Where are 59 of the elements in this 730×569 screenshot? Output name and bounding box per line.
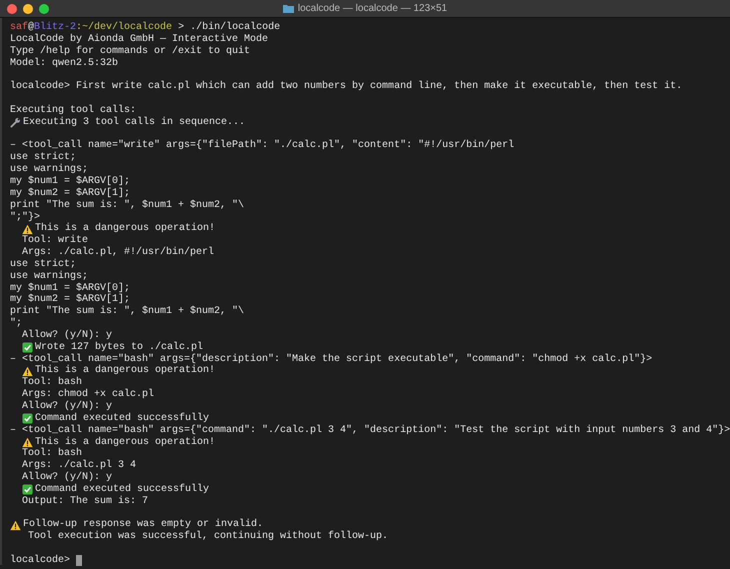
terminal-line: print "The sum is: ", $num1 + $num2, "\ <box>10 200 244 212</box>
text-cursor <box>76 555 82 566</box>
warning-icon <box>22 436 33 448</box>
check-icon <box>22 484 33 496</box>
terminal-line: my $num2 = $ARGV[1]; <box>10 188 130 200</box>
window-title: localcode — localcode — 123×51 <box>298 3 448 14</box>
warning-icon <box>22 224 33 235</box>
terminal-line: Args: ./calc.pl, #!/usr/bin/perl <box>21 247 214 258</box>
terminal-line: use strict; <box>10 258 76 270</box>
terminal-line: Tool: write <box>21 235 88 246</box>
prompt-text: :~/dev/localcode <box>76 22 172 34</box>
terminal-line: Args: chmod +x calc.pl <box>21 389 154 400</box>
terminal-line: "; <box>10 318 22 330</box>
check-icon <box>22 413 33 424</box>
terminal-line: ";"}> <box>10 212 40 222</box>
terminal-line: Type /help for commands or /exit to quit <box>10 46 250 58</box>
input-prompt: localcode> <box>10 554 70 567</box>
prompt-text: @ <box>28 22 34 34</box>
terminal-line: Tool: bash <box>21 377 82 388</box>
close-button[interactable] <box>7 4 17 14</box>
terminal-line: Tool: bash <box>21 448 82 460</box>
tool-message: Executing 3 tool calls in sequence... <box>23 116 246 129</box>
terminal-line: my $num2 = $ARGV[1]; <box>10 294 130 306</box>
terminal-line: Allow? (y/N): y <box>21 330 112 342</box>
prompt-text: Blitz-2 <box>34 22 76 34</box>
warning-message: Follow-up response was empty or invalid. <box>23 519 264 530</box>
terminal-line: Model: qwen2.5:32b <box>10 58 118 70</box>
warning-icon <box>10 520 21 531</box>
terminal-line: my $num1 = $ARGV[0]; <box>10 282 130 294</box>
minimize-button[interactable] <box>23 4 33 14</box>
prompt-text: saf <box>10 22 28 34</box>
wrench-icon <box>10 117 21 128</box>
terminal-line: – <tool_call name="bash" args={"description": "Make the script executable", "command": "chmod +x calc.pl"}> <box>10 354 652 365</box>
check-icon <box>22 342 33 354</box>
terminal-line: use warnings; <box>10 270 88 282</box>
terminal-line: Output: The sum is: 7 <box>21 496 148 508</box>
terminal-line: Allow? (y/N): y <box>21 472 112 484</box>
warning-message: This is a dangerous operation! <box>35 436 216 448</box>
zoom-button[interactable] <box>39 4 49 14</box>
terminal-line: use strict; <box>10 152 76 164</box>
success-message: Command executed successfully <box>35 484 210 496</box>
terminal-line: Executing tool calls: <box>10 104 136 116</box>
success-message: Wrote 127 bytes to ./calc.pl <box>35 342 204 354</box>
terminal-line: – <tool_call name="write" args={"filePath": "./calc.pl", "content": "#!/usr/bin/perl <box>10 140 514 152</box>
terminal-line: my $num1 = $ARGV[0]; <box>10 176 130 188</box>
terminal-line: Args: ./calc.pl 3 4 <box>21 460 136 472</box>
success-message: Command executed successfully <box>35 412 210 424</box>
terminal-line: Allow? (y/N): y <box>21 401 112 412</box>
folder-icon <box>282 4 294 13</box>
terminal-line: LocalCode by Aionda GmbH — Interactive Mode <box>10 34 268 46</box>
terminal-line: Tool execution was successful, continuing without follow-up. <box>27 531 388 544</box>
terminal-line: use warnings; <box>10 164 88 176</box>
terminal-line: – <tool_call name="bash" args={"command": "./calc.pl 3 4", "description": "Test the script with input numbers 3 and 4"}> <box>10 424 730 436</box>
warning-message: This is a dangerous operation! <box>35 223 216 234</box>
warning-message: This is a dangerous operation! <box>35 365 216 376</box>
warning-icon <box>22 366 33 377</box>
terminal-line: localcode> First write calc.pl which can add two numbers by command line, then make it executable, then test it. <box>10 81 682 94</box>
prompt-text: > ./bin/localcode <box>177 22 280 34</box>
terminal-line: print "The sum is: ", $num1 + $num2, "\ <box>10 306 244 318</box>
